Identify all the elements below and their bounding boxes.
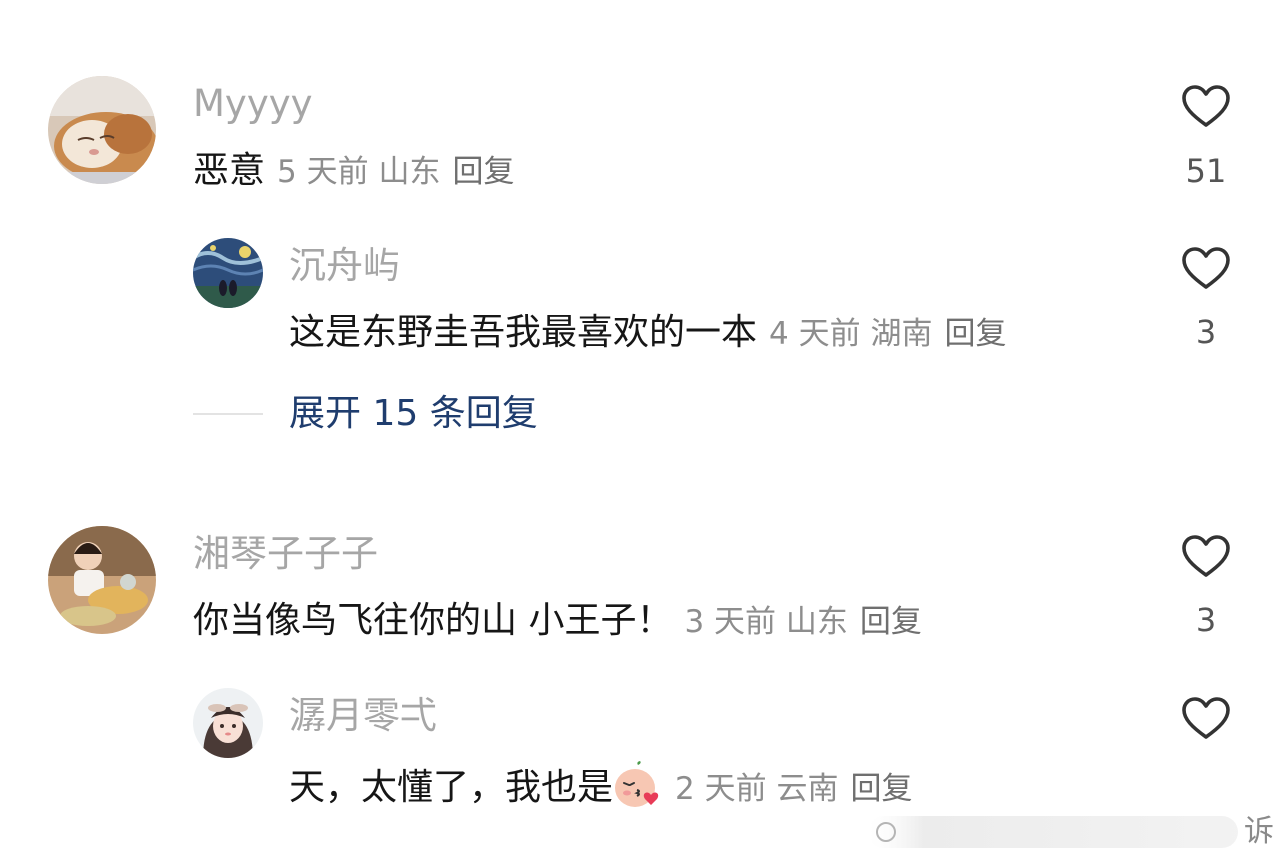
person-food-avatar-image [48,526,156,634]
comment-body[interactable]: 你当像鸟飞往你的山 小王子！ 3 天前 山东 回复 [193,599,922,649]
comment-body[interactable]: 恶意 5 天前 山东 回复 [193,149,514,199]
reply-button[interactable]: 回复 [944,316,1006,352]
comment-text: 恶意 [193,150,266,191]
avatar[interactable] [193,238,263,308]
reply-button[interactable]: 回复 [850,771,912,807]
comment-meta: 5 天前 山东 [277,154,441,190]
cat-avatar-image [48,76,156,184]
username[interactable]: 湘琴子子子 [193,532,378,576]
like-count: 3 [1195,313,1217,351]
avatar[interactable] [48,76,156,184]
reply-button[interactable]: 回复 [860,604,922,640]
avatar[interactable] [193,688,263,758]
comment-meta: 2 天前 云南 [675,771,839,807]
username[interactable]: 潺月零弌 [289,694,437,738]
like-heart-icon[interactable] [1181,534,1231,578]
comment-body[interactable]: 天，太懂了，我也是 2 天前 云南 回复 [289,761,912,816]
comment-meta: 3 天前 山东 [684,604,848,640]
like-heart-icon[interactable] [1181,696,1231,740]
starry-night-avatar-image [193,238,263,308]
anime-girl-avatar-image [193,688,263,758]
expand-replies-link[interactable]: 展开 15 条回复 [289,392,538,436]
comment-text: 你当像鸟飞往你的山 小王子！ [193,600,673,641]
like-count: 3 [1195,601,1217,639]
like-heart-icon[interactable] [1181,84,1231,128]
username[interactable]: 沉舟屿 [289,244,400,288]
comment-text: 这是东野圭吾我最喜欢的一本 [289,312,758,353]
comment-text: 天，太懂了，我也是 [289,767,614,808]
expand-divider [193,413,263,415]
reply-button[interactable]: 回复 [452,154,514,190]
username[interactable]: Myyyy [193,82,313,126]
comment-body[interactable]: 这是东野圭吾我最喜欢的一本 4 天前 湖南 回复 [289,311,1006,361]
like-heart-icon[interactable] [1181,246,1231,290]
like-count: 51 [1185,152,1227,190]
watermark-text: 诉 [1244,814,1274,849]
avatar[interactable] [48,526,156,634]
kiss-face-emoji-icon [613,761,663,809]
watermark-logo [868,812,1238,852]
comment-meta: 4 天前 湖南 [769,316,933,352]
